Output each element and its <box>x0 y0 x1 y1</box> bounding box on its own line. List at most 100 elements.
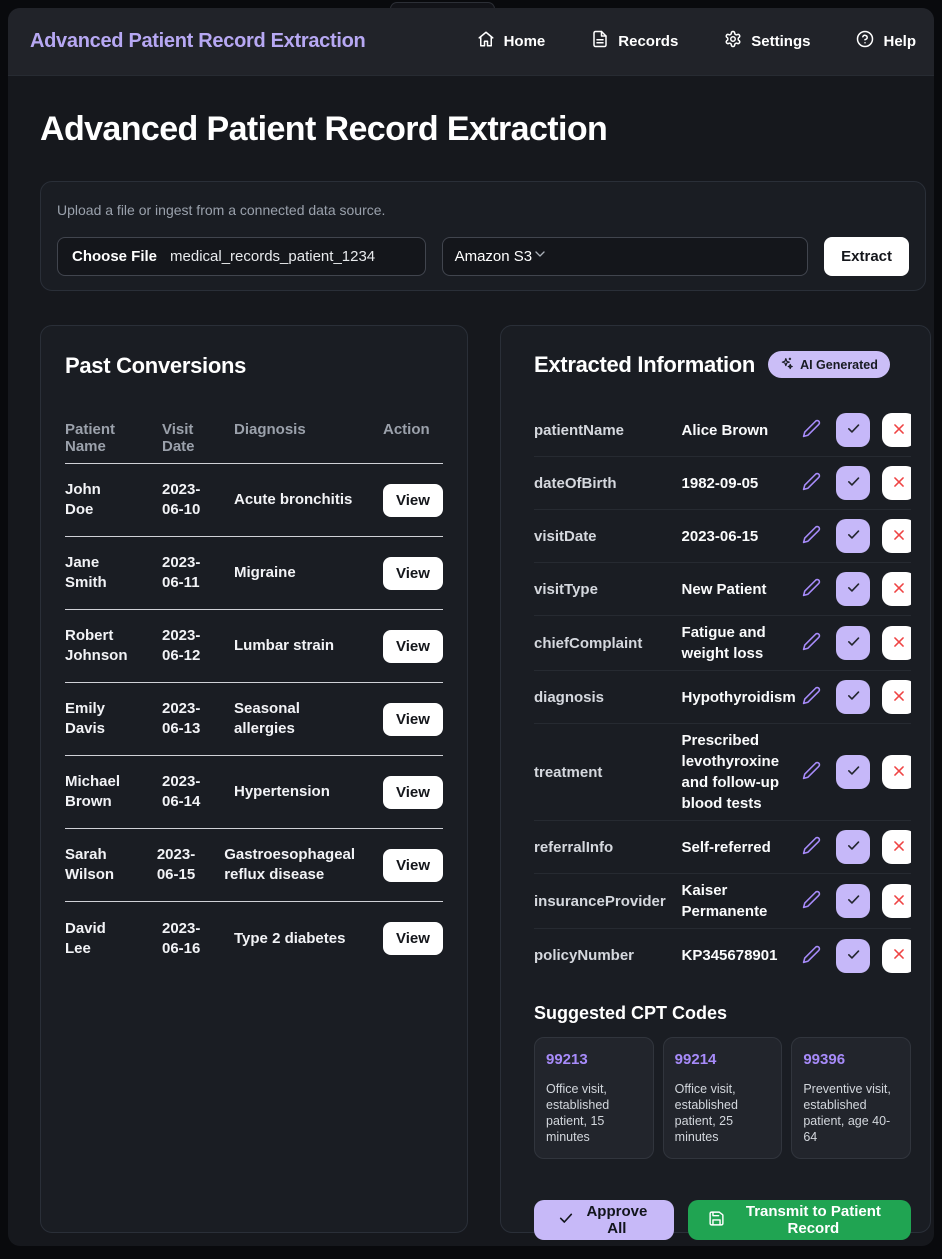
reject-field-button[interactable] <box>882 755 911 789</box>
field-key: insuranceProvider <box>534 893 682 910</box>
patient-name-cell: Michael Brown <box>65 772 162 812</box>
transmit-label: Transmit to Patient Record <box>736 1203 891 1237</box>
sparkles-icon <box>780 356 794 373</box>
table-row: Emily Davis 2023-06-13 Seasonal allergie… <box>65 683 443 756</box>
pencil-icon <box>802 578 821 600</box>
cpt-cards: 99213 Office visit, established patient,… <box>534 1037 911 1159</box>
approve-field-button[interactable] <box>836 884 870 918</box>
field-key: dateOfBirth <box>534 475 682 492</box>
reject-field-button[interactable] <box>882 884 911 918</box>
check-icon <box>846 947 861 965</box>
field-value: KP345678901 <box>682 945 798 966</box>
past-conversions-title: Past Conversions <box>65 353 443 379</box>
pencil-icon <box>802 686 821 708</box>
diagnosis-cell: Lumbar strain <box>234 636 383 656</box>
approve-field-button[interactable] <box>836 830 870 864</box>
upload-card: Upload a file or ingest from a connected… <box>40 181 926 291</box>
visit-date-cell: 2023-06-14 <box>162 772 234 812</box>
edit-field-button[interactable] <box>798 888 824 914</box>
reject-field-button[interactable] <box>882 413 911 447</box>
nav-item-help[interactable]: Help <box>856 30 916 53</box>
reject-field-button[interactable] <box>882 626 911 660</box>
reject-field-button[interactable] <box>882 572 911 606</box>
ai-generated-badge: AI Generated <box>768 351 890 378</box>
nav-item-settings[interactable]: Settings <box>724 30 810 53</box>
visit-date-cell: 2023-06-16 <box>162 919 234 959</box>
field-row: referralInfo Self-referred <box>534 821 911 874</box>
approve-field-button[interactable] <box>836 413 870 447</box>
extract-button[interactable]: Extract <box>824 237 909 276</box>
reject-field-button[interactable] <box>882 519 911 553</box>
reject-field-button[interactable] <box>882 466 911 500</box>
file-input[interactable]: Choose File medical_records_patient_1234 <box>57 237 426 276</box>
field-value: 1982-09-05 <box>682 473 798 494</box>
nav-item-records[interactable]: Records <box>591 30 678 53</box>
cpt-card[interactable]: 99396 Preventive visit, established pati… <box>791 1037 911 1159</box>
edit-field-button[interactable] <box>798 943 824 969</box>
reject-field-button[interactable] <box>882 830 911 864</box>
check-icon <box>846 421 861 439</box>
approve-field-button[interactable] <box>836 755 870 789</box>
approve-field-button[interactable] <box>836 466 870 500</box>
pencil-icon <box>802 836 821 858</box>
visit-date-cell: 2023-06-15 <box>157 845 224 885</box>
edit-field-button[interactable] <box>798 834 824 860</box>
view-button[interactable]: View <box>383 630 443 663</box>
save-disk-icon <box>708 1210 725 1231</box>
field-key: patientName <box>534 422 682 439</box>
edit-field-button[interactable] <box>798 684 824 710</box>
cpt-codes-title: Suggested CPT Codes <box>534 1003 911 1024</box>
field-row: insuranceProvider Kaiser Permanente <box>534 874 911 929</box>
view-button[interactable]: View <box>383 922 443 955</box>
cpt-card[interactable]: 99213 Office visit, established patient,… <box>534 1037 654 1159</box>
pencil-icon <box>802 761 821 783</box>
main-content: Advanced Patient Record Extraction Uploa… <box>8 109 934 1233</box>
brand-title: Advanced Patient Record Extraction <box>30 30 365 53</box>
ai-generated-badge-label: AI Generated <box>800 358 878 372</box>
view-button[interactable]: View <box>383 557 443 590</box>
cpt-description: Office visit, established patient, 25 mi… <box>675 1081 771 1145</box>
edit-field-button[interactable] <box>798 523 824 549</box>
approve-field-button[interactable] <box>836 680 870 714</box>
view-button[interactable]: View <box>383 776 443 809</box>
reject-field-button[interactable] <box>882 680 911 714</box>
view-button[interactable]: View <box>383 703 443 736</box>
field-value: Alice Brown <box>682 420 798 441</box>
page-title: Advanced Patient Record Extraction <box>40 109 934 149</box>
reject-field-button[interactable] <box>882 939 911 973</box>
patient-name-cell: David Lee <box>65 919 162 959</box>
approve-all-button[interactable]: Approve All <box>534 1200 674 1240</box>
upload-controls: Choose File medical_records_patient_1234… <box>57 237 909 276</box>
edit-field-button[interactable] <box>798 759 824 785</box>
records-icon <box>591 30 609 53</box>
view-button[interactable]: View <box>383 849 443 882</box>
approve-field-button[interactable] <box>836 626 870 660</box>
choose-file-button[interactable]: Choose File <box>72 248 157 265</box>
edit-field-button[interactable] <box>798 417 824 443</box>
check-icon <box>846 580 861 598</box>
diagnosis-cell: Seasonal allergies <box>234 699 383 739</box>
approve-field-button[interactable] <box>836 519 870 553</box>
approve-field-button[interactable] <box>836 939 870 973</box>
edit-field-button[interactable] <box>798 470 824 496</box>
patient-name-cell: Emily Davis <box>65 699 162 739</box>
edit-field-button[interactable] <box>798 630 824 656</box>
field-key: diagnosis <box>534 689 682 706</box>
field-row: visitDate 2023-06-15 <box>534 510 911 563</box>
field-value: Prescribed levothyroxine and follow-up b… <box>682 730 798 814</box>
view-button[interactable]: View <box>383 484 443 517</box>
check-icon <box>846 634 861 652</box>
field-row: treatment Prescribed levothyroxine and f… <box>534 724 911 821</box>
extracted-information-title: Extracted Information <box>534 352 755 378</box>
cpt-card[interactable]: 99214 Office visit, established patient,… <box>663 1037 783 1159</box>
approve-field-button[interactable] <box>836 572 870 606</box>
edit-field-button[interactable] <box>798 576 824 602</box>
x-icon <box>892 764 906 781</box>
nav-item-home[interactable]: Home <box>477 30 546 53</box>
visit-date-cell: 2023-06-12 <box>162 626 234 666</box>
x-icon <box>892 839 906 856</box>
patient-name-cell: Jane Smith <box>65 553 162 593</box>
table-row: Sarah Wilson 2023-06-15 Gastroesophageal… <box>65 829 443 902</box>
transmit-button[interactable]: Transmit to Patient Record <box>688 1200 911 1240</box>
data-source-select[interactable]: Amazon S3 <box>442 237 809 276</box>
